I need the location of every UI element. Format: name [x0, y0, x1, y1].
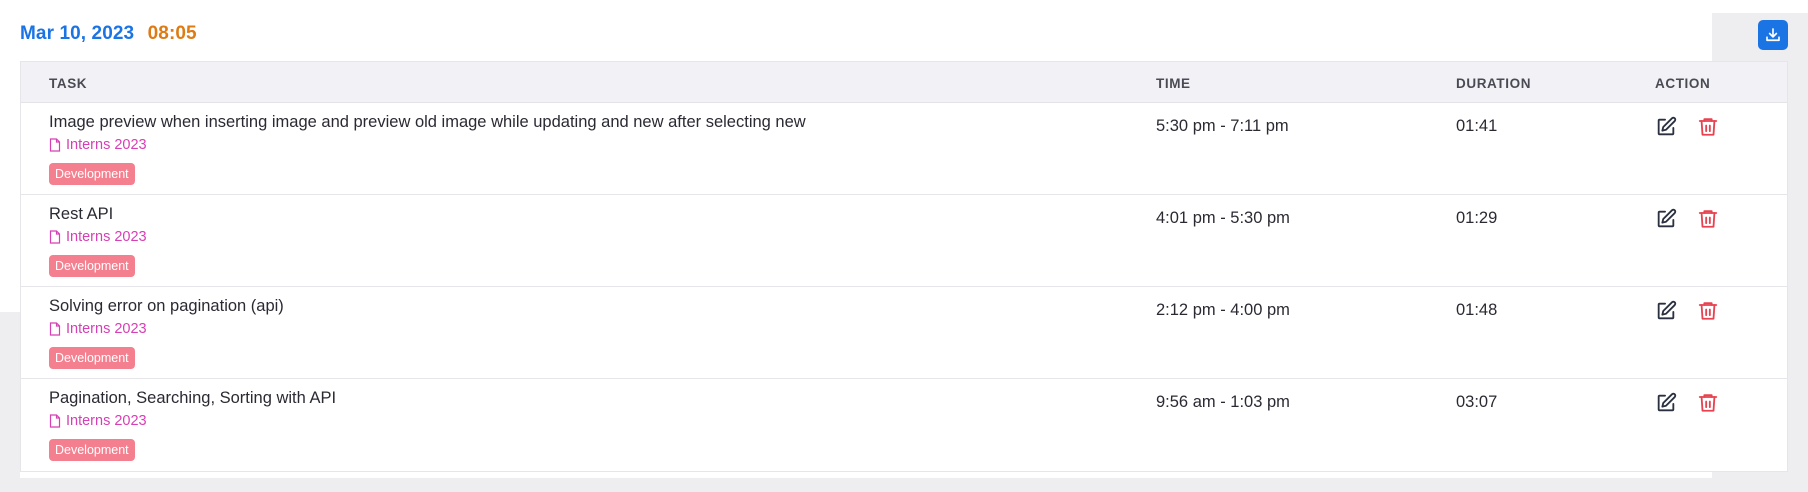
task-time-range: 2:12 pm - 4:00 pm	[1156, 301, 1290, 319]
task-title: Image preview when inserting image and p…	[49, 113, 806, 131]
project-link[interactable]: Interns 2023	[49, 321, 147, 337]
project-link[interactable]: Interns 2023	[49, 413, 147, 429]
task-time-range: 5:30 pm - 7:11 pm	[1156, 117, 1289, 135]
project-link[interactable]: Interns 2023	[49, 229, 147, 245]
download-icon	[1766, 28, 1780, 42]
task-duration: 03:07	[1456, 393, 1498, 411]
entry-date: Mar 10, 2023	[20, 23, 135, 44]
edit-icon	[1657, 392, 1677, 412]
delete-button[interactable]	[1697, 299, 1719, 322]
table-row: Solving error on pagination (api) Intern…	[21, 287, 1787, 379]
delete-button[interactable]	[1697, 391, 1719, 414]
edit-icon	[1657, 208, 1677, 228]
panel-background-strip	[1712, 0, 1808, 13]
project-name: Interns 2023	[66, 413, 147, 429]
task-duration: 01:48	[1456, 301, 1498, 319]
category-tag: Development	[49, 347, 135, 369]
edit-button[interactable]	[1655, 392, 1677, 414]
table-row: Pagination, Searching, Sorting with API …	[21, 379, 1787, 471]
trash-icon	[1698, 302, 1718, 320]
task-duration: 01:29	[1456, 209, 1498, 227]
edit-icon	[1657, 300, 1677, 320]
tasks-table: TASK TIME DURATION ACTION Image preview …	[20, 61, 1788, 472]
file-icon	[49, 414, 61, 428]
project-name: Interns 2023	[66, 321, 147, 337]
project-name: Interns 2023	[66, 229, 147, 245]
edit-button[interactable]	[1655, 300, 1677, 322]
task-title: Solving error on pagination (api)	[49, 297, 284, 315]
category-tag: Development	[49, 255, 135, 277]
trash-icon	[1698, 394, 1718, 412]
edit-icon	[1657, 116, 1677, 136]
column-header-time: TIME	[1156, 76, 1191, 91]
table-header: TASK TIME DURATION ACTION	[21, 62, 1787, 103]
category-tag: Development	[49, 163, 135, 185]
column-header-action: ACTION	[1655, 76, 1711, 91]
task-time-range: 9:56 am - 1:03 pm	[1156, 393, 1290, 411]
project-link[interactable]: Interns 2023	[49, 137, 147, 153]
file-icon	[49, 230, 61, 244]
project-name: Interns 2023	[66, 137, 147, 153]
entry-total-time: 08:05	[147, 23, 197, 44]
table-row: Rest API Interns 2023 Development 4:01 p…	[21, 195, 1787, 287]
time-entry-panel: Mar 10, 2023 08:05 TASK TIME DURATION AC…	[0, 0, 1808, 492]
column-header-duration: DURATION	[1456, 76, 1532, 91]
task-title: Pagination, Searching, Sorting with API	[49, 389, 337, 407]
delete-button[interactable]	[1697, 115, 1719, 138]
file-icon	[49, 322, 61, 336]
category-tag: Development	[49, 439, 135, 461]
trash-icon	[1698, 118, 1718, 136]
download-button[interactable]	[1758, 20, 1788, 50]
column-header-task: TASK	[49, 76, 88, 91]
file-icon	[49, 138, 61, 152]
trash-icon	[1698, 210, 1718, 228]
task-title: Rest API	[49, 205, 114, 223]
edit-button[interactable]	[1655, 208, 1677, 230]
delete-button[interactable]	[1697, 207, 1719, 230]
entry-date-header: Mar 10, 2023 08:05	[20, 23, 197, 45]
edit-button[interactable]	[1655, 116, 1677, 138]
task-time-range: 4:01 pm - 5:30 pm	[1156, 209, 1290, 227]
table-row: Image preview when inserting image and p…	[21, 103, 1787, 195]
task-duration: 01:41	[1456, 117, 1498, 135]
